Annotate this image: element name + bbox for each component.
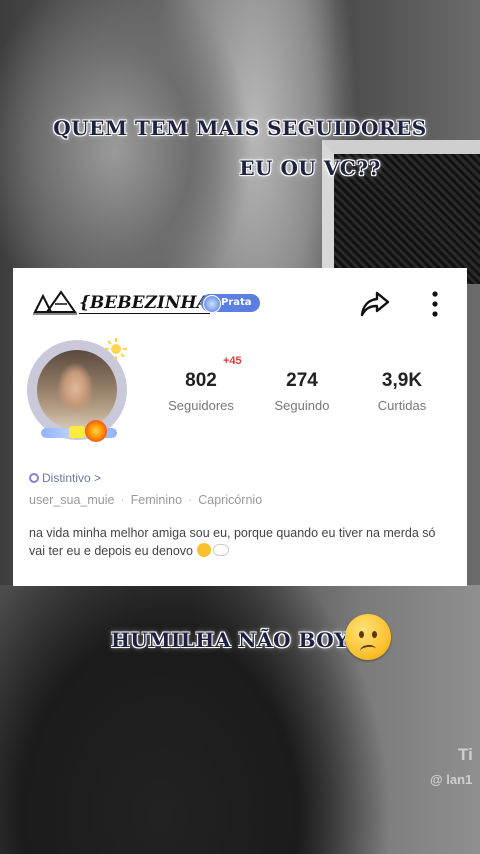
meta-separator: · xyxy=(188,493,193,507)
username: {BEBEZINHA xyxy=(79,293,210,314)
video-background-lower xyxy=(0,585,480,854)
following-label: Seguindo xyxy=(274,398,330,413)
meta-separator: · xyxy=(120,493,125,507)
distintivo-label: Distintivo > xyxy=(42,471,102,485)
rank-badge-label: Prata xyxy=(221,297,252,308)
badge-hex-icon xyxy=(29,473,39,483)
share-icon[interactable] xyxy=(359,288,391,320)
stat-followers[interactable]: 802 Seguidores xyxy=(151,370,251,413)
emoji-eye xyxy=(359,631,364,638)
meta-gender: Feminino xyxy=(130,493,183,507)
avatar-photo xyxy=(37,350,117,430)
stat-likes[interactable]: 3,9K Curtidas xyxy=(352,370,452,413)
rank-badge[interactable]: Prata xyxy=(201,294,260,313)
emoji-icon xyxy=(197,543,212,557)
followers-count: 802 xyxy=(185,370,217,391)
caption-line-2: EU OU VC?? xyxy=(239,156,381,180)
meta-handle: user_sua_muie xyxy=(29,493,115,507)
avatar[interactable] xyxy=(27,338,131,450)
followers-delta: +45 xyxy=(223,355,242,367)
sun-decoration-icon xyxy=(105,338,127,360)
speech-bubble-icon xyxy=(213,544,230,556)
meta-sign: Capricórnio xyxy=(198,493,263,507)
flower-decoration-icon xyxy=(85,420,107,442)
emoji-eye xyxy=(372,631,377,638)
likes-count: 3,9K xyxy=(381,370,423,391)
medal-icon xyxy=(203,295,221,313)
profile-bio: na vida minha melhor amiga sou eu, porqu… xyxy=(29,524,449,560)
likes-label: Curtidas xyxy=(377,398,427,413)
followers-label: Seguidores xyxy=(168,398,234,413)
caption-line-1: QUEM TEM MAIS SEGUIDORES xyxy=(53,116,427,140)
emoji-mouth xyxy=(359,643,377,657)
caption-line-3: HUMILHA NÃO BOY xyxy=(111,628,349,652)
app-watermark: Ti xyxy=(458,745,473,764)
following-count: 274 xyxy=(286,370,318,391)
more-vertical-icon[interactable] xyxy=(423,288,447,320)
stat-following[interactable]: 274 Seguindo xyxy=(252,370,352,413)
bio-text: na vida minha melhor amiga sou eu, porqu… xyxy=(29,526,436,558)
avatar-ribbon xyxy=(69,426,85,438)
distintivo-link[interactable]: Distintivo > xyxy=(29,471,101,485)
profile-meta: user_sua_muie · Feminino · Capricórnio xyxy=(29,493,262,507)
profile-card: {BEBEZINHA Prata +45 802 Seguidores 274 … xyxy=(13,268,467,586)
sad-face-emoji-icon xyxy=(345,614,391,660)
watermark-handle: @ lan1 xyxy=(430,772,473,787)
